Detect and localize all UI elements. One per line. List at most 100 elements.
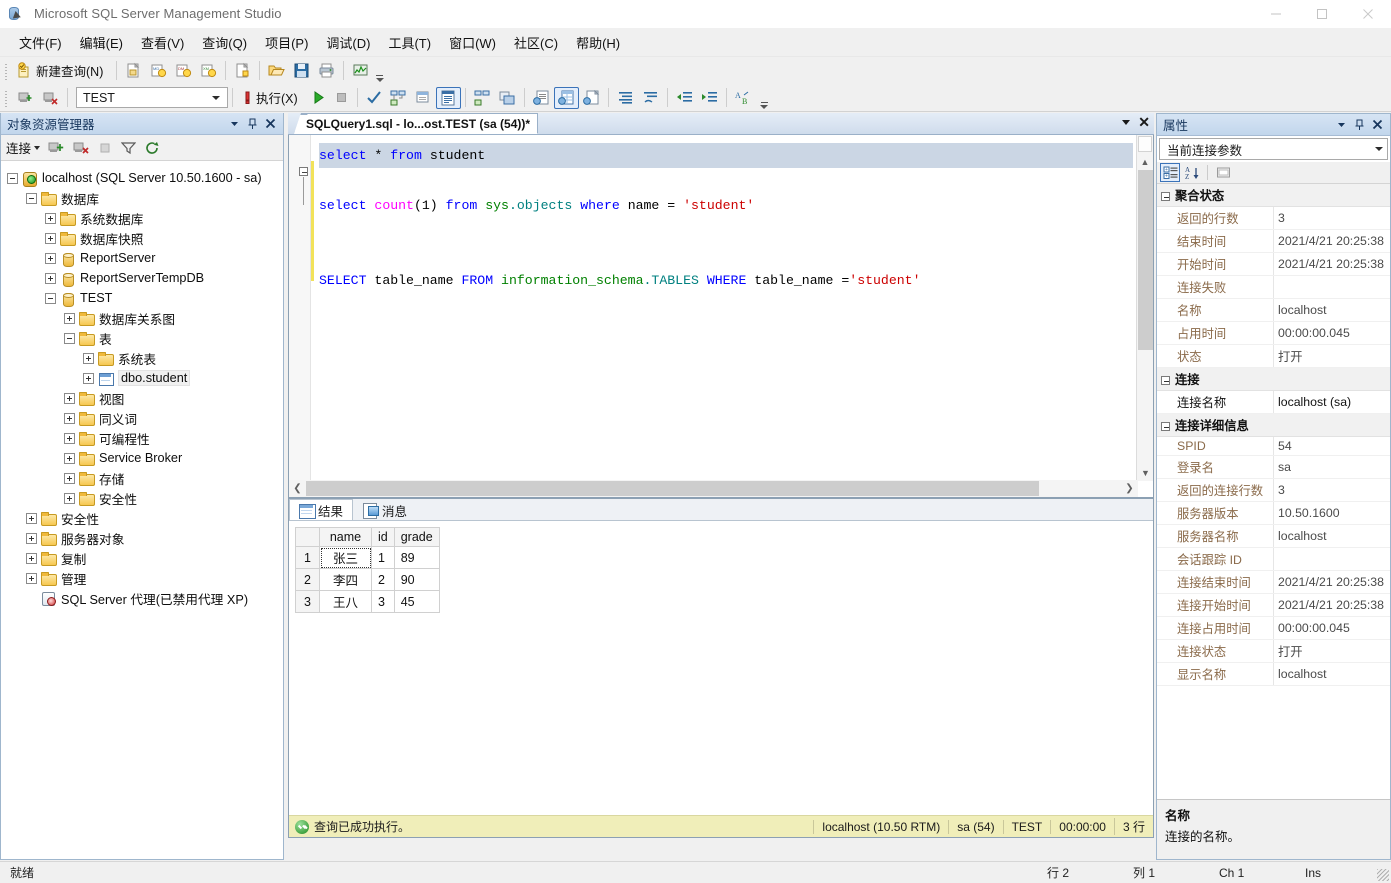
disconnect-object-explorer-icon[interactable] (69, 137, 94, 159)
expand-plus-icon[interactable] (64, 312, 75, 324)
editor-tab-sqlquery1[interactable]: SQLQuery1.sql - lo...ost.TEST (sa (54))* (294, 113, 539, 134)
parse-check-icon[interactable] (362, 87, 386, 109)
properties-row[interactable]: 显示名称 localhost (1157, 662, 1390, 686)
property-value[interactable]: 54 (1273, 436, 1390, 456)
tree-node-storage[interactable]: 存储 (1, 468, 283, 488)
menu-debug[interactable]: 调试(D) (317, 30, 379, 55)
property-value[interactable]: sa (1273, 455, 1390, 479)
editor-line[interactable] (319, 218, 1133, 243)
fold-collapse-icon[interactable] (299, 167, 308, 176)
properties-row[interactable]: 连接名称 localhost (sa) (1157, 390, 1390, 414)
object-explorer-tree[interactable]: localhost (SQL Server 10.50.1600 - sa) 数据… (1, 162, 283, 859)
connect-object-explorer-icon[interactable] (44, 137, 69, 159)
scroll-down-icon[interactable]: ▼ (1137, 464, 1153, 481)
hscroll-track[interactable] (306, 481, 1121, 496)
tree-node-reportservertempdb[interactable]: ReportServerTempDB (1, 268, 283, 288)
tab-list-chevron-down-icon[interactable] (1122, 119, 1131, 125)
analysis-dmx-query-icon[interactable]: DM (171, 60, 196, 82)
cell-grade[interactable]: 90 (393, 568, 440, 591)
tree-node-synonyms[interactable]: 同义词 (1, 408, 283, 428)
collapse-minus-icon[interactable] (7, 172, 18, 184)
vscroll-thumb[interactable] (1138, 170, 1153, 350)
col-header-name[interactable]: name (319, 527, 372, 547)
property-value[interactable]: 00:00:00.045 (1273, 321, 1390, 345)
display-estimated-plan-icon[interactable] (386, 87, 411, 109)
properties-row[interactable]: SPID 54 (1157, 436, 1390, 456)
close-tab-icon[interactable]: ✕ (1138, 115, 1150, 129)
menu-tools[interactable]: 工具(T) (379, 30, 440, 55)
expand-plus-icon[interactable] (26, 552, 37, 564)
connect-icon[interactable] (13, 87, 38, 109)
expand-plus-icon[interactable] (64, 432, 75, 444)
refresh-icon[interactable] (140, 137, 164, 159)
tree-node-reportserver[interactable]: ReportServer (1, 248, 283, 268)
close-panel-icon[interactable] (261, 115, 279, 133)
auto-hide-pin-icon[interactable] (243, 115, 261, 133)
tree-node-system-tables[interactable]: 系统表 (1, 348, 283, 368)
expand-plus-icon[interactable] (64, 392, 75, 404)
tree-node-tables[interactable]: 表 (1, 328, 283, 348)
new-query-button[interactable]: 新建查询(N) (13, 60, 112, 82)
expand-plus-icon[interactable] (45, 272, 56, 284)
database-combo[interactable]: TEST (76, 87, 228, 108)
auto-hide-pin-icon[interactable] (1350, 116, 1368, 134)
tree-node-databases[interactable]: 数据库 (1, 188, 283, 208)
execute-button[interactable]: 执行(X) (237, 87, 307, 109)
menu-window[interactable]: 窗口(W) (440, 30, 505, 55)
expand-plus-icon[interactable] (83, 372, 94, 384)
open-file-icon[interactable] (264, 60, 289, 82)
properties-row[interactable]: 连接占用时间 00:00:00.045 (1157, 616, 1390, 640)
property-value[interactable]: localhost (1273, 662, 1390, 686)
tab-results[interactable]: 结果 (289, 499, 354, 520)
properties-row[interactable]: 连接失败 (1157, 275, 1390, 299)
split-pane-handle[interactable] (1138, 136, 1152, 152)
menu-help[interactable]: 帮助(H) (567, 30, 629, 55)
expand-plus-icon[interactable] (26, 532, 37, 544)
property-value[interactable]: localhost (1273, 524, 1390, 548)
properties-category-row[interactable]: 聚合状态 (1157, 184, 1390, 207)
property-value[interactable]: localhost (1273, 298, 1390, 322)
cell-id[interactable]: 1 (371, 546, 395, 569)
tree-node-dbo-student[interactable]: dbo.student (1, 368, 283, 388)
toolbar-overflow-icon[interactable] (374, 60, 385, 82)
sql-editor[interactable]: select * from student select count(1) fr… (288, 135, 1154, 498)
expand-plus-icon[interactable] (45, 252, 56, 264)
connect-dropdown-button[interactable]: 连接 (6, 138, 44, 157)
properties-row[interactable]: 服务器版本 10.50.1600 (1157, 501, 1390, 525)
cell-name[interactable]: 张三 (319, 546, 372, 569)
expand-plus-icon[interactable] (26, 572, 37, 584)
tree-node-views[interactable]: 视图 (1, 388, 283, 408)
property-value[interactable] (1273, 547, 1390, 571)
minimize-icon[interactable] (1253, 0, 1299, 28)
include-client-statistics-icon[interactable] (495, 87, 520, 109)
tree-node-test[interactable]: TEST (1, 288, 283, 308)
specify-values-icon[interactable]: AB (731, 87, 758, 109)
property-value[interactable]: 2021/4/21 20:25:38 (1273, 593, 1390, 617)
properties-row[interactable]: 连接状态 打开 (1157, 639, 1390, 663)
property-value[interactable]: 3 (1273, 478, 1390, 502)
comment-lines-icon[interactable] (613, 87, 638, 109)
resize-grip[interactable] (1377, 869, 1389, 881)
toolbar-grip[interactable] (3, 60, 11, 81)
alphabetical-sort-icon[interactable]: AZ (1182, 163, 1202, 182)
stop-icon[interactable] (330, 87, 353, 109)
cell-id[interactable]: 3 (371, 590, 395, 613)
properties-object-selector[interactable]: 当前连接参数 (1159, 138, 1388, 160)
tree-node-sql-server-agent[interactable]: SQL Server 代理(已禁用代理 XP) (1, 588, 283, 608)
run-icon[interactable] (307, 87, 330, 109)
toolbar-overflow-icon[interactable] (759, 87, 770, 109)
new-file-icon[interactable] (230, 60, 255, 82)
property-pages-icon[interactable] (1213, 163, 1233, 182)
editor-line[interactable]: SELECT table_name FROM information_schem… (319, 268, 1133, 293)
editor-line[interactable] (319, 168, 1133, 193)
properties-category-row[interactable]: 连接详细信息 (1157, 413, 1390, 437)
expand-plus-icon[interactable] (26, 512, 37, 524)
menu-community[interactable]: 社区(C) (505, 30, 567, 55)
tree-node-management[interactable]: 管理 (1, 568, 283, 588)
editor-line[interactable]: select * from student (319, 143, 1133, 168)
property-value[interactable]: 10.50.1600 (1273, 501, 1390, 525)
disconnect-icon[interactable] (38, 87, 63, 109)
tree-node-replication[interactable]: 复制 (1, 548, 283, 568)
collapse-minus-icon[interactable] (1161, 376, 1170, 386)
menu-view[interactable]: 查看(V) (132, 30, 193, 55)
